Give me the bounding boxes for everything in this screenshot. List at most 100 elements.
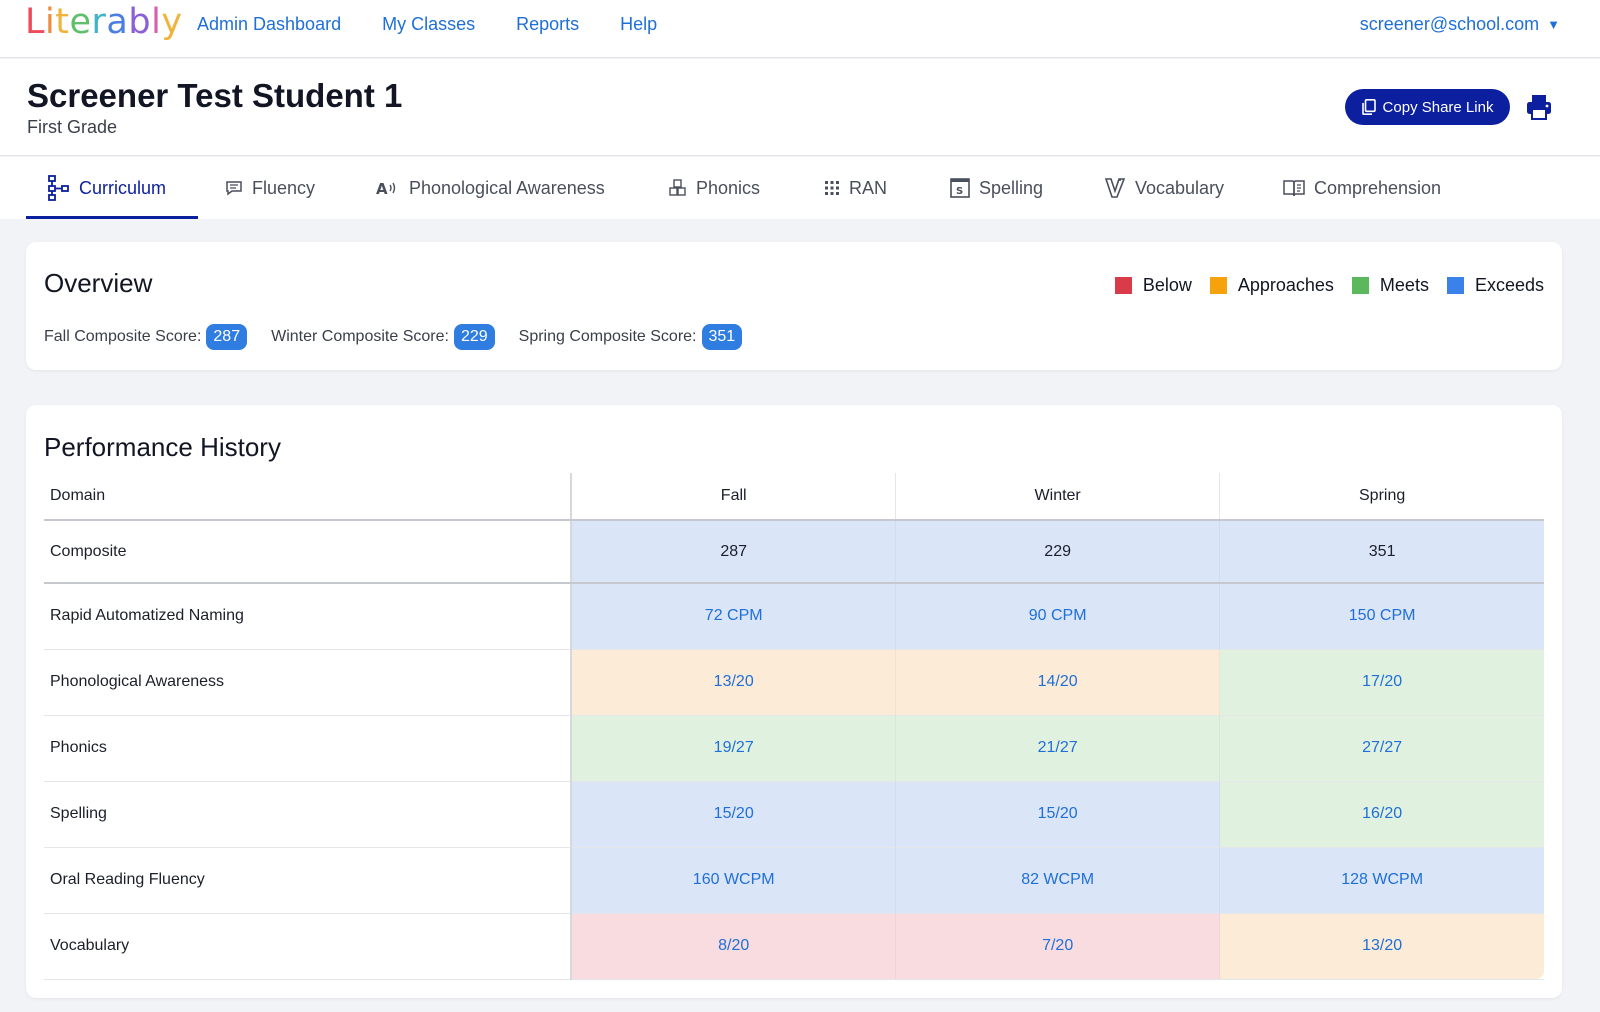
tab-spelling[interactable]: S Spelling [950,157,1043,219]
logo-letter: y [161,2,183,42]
score-cell-fall[interactable]: 8/20 [570,913,896,980]
table-row-composite: Composite 287 229 351 [44,520,1544,584]
table-row-spelling: Spelling 15/20 15/20 16/20 [44,781,1544,848]
top-nav: Literably Admin Dashboard My Classes Rep… [0,0,1600,58]
logo-letter: t [55,2,70,42]
user-menu[interactable]: screener@school.com ▼ [1360,14,1560,35]
score-cell-winter[interactable]: 21/27 [895,715,1220,782]
score-cell-spring[interactable]: 16/20 [1219,781,1544,848]
legend-item-meets: Meets [1351,275,1429,296]
literably-logo[interactable]: Literably [25,2,183,42]
score-cell-winter[interactable]: 15/20 [895,781,1220,848]
tab-curriculum[interactable]: Curriculum [48,157,166,219]
fall-composite-badge: 287 [206,324,248,350]
tab-comprehension[interactable]: Comprehension [1283,157,1441,219]
logo-letter: a [106,2,129,42]
winter-composite-badge: 229 [453,324,495,350]
overview-title: Overview [44,268,153,298]
tab-spelling-label: Spelling [979,177,1044,198]
score-cell-winter[interactable]: 82 WCPM [895,847,1220,914]
tab-ran-label: RAN [849,177,888,198]
tab-phonics[interactable]: Phonics [669,157,760,219]
legend-swatch-below [1114,277,1132,294]
copy-share-link-button[interactable]: Copy Share Link [1345,89,1510,125]
nav-link-help[interactable]: Help [620,14,657,35]
spring-composite-badge: 351 [701,324,743,350]
score-cell-winter: 229 [895,520,1220,584]
logo-letter: l [151,2,162,42]
grid-dots-icon [825,181,839,195]
legend-item-below: Below [1114,275,1192,296]
open-book-icon [1283,180,1305,197]
speech-bubble-icon [226,181,242,196]
score-cell-winter[interactable]: 90 CPM [895,583,1220,650]
blocks-icon [669,179,686,196]
tab-curriculum-label: Curriculum [79,177,167,198]
table-row-oral-reading-fluency: Oral Reading Fluency 160 WCPM 82 WCPM 128 W… [44,847,1544,914]
tab-vocabulary-label: Vocabulary [1135,177,1225,198]
score-cell-winter[interactable]: 14/20 [895,649,1220,716]
logo-letter: b [128,2,152,42]
svg-text:A: A [376,180,388,197]
table-row-phonological-awareness: Phonological Awareness 13/20 14/20 17/20 [44,649,1544,716]
winter-composite-score: Winter Composite Score: 229 [271,324,495,350]
legend-label-approaches: Approaches [1237,275,1334,295]
active-tab-indicator [26,216,198,219]
printer-icon [1527,95,1551,120]
score-cell-spring[interactable]: 128 WCPM [1219,847,1544,914]
score-cell-fall[interactable]: 72 CPM [570,583,896,650]
caret-down-icon: ▼ [1547,17,1560,32]
legend-label-below: Below [1142,275,1192,295]
score-cell-fall[interactable]: 19/27 [570,715,896,782]
score-cell-spring: 351 [1219,520,1544,584]
tab-ran[interactable]: RAN [824,157,887,219]
legend-label-exceeds: Exceeds [1474,275,1544,295]
score-cell-spring[interactable]: 150 CPM [1219,583,1544,650]
performance-history-card: Performance History Domain Fall Winter S… [26,405,1562,998]
domain-cell: Spelling [44,781,573,848]
table-header-row: Domain Fall Winter Spring [44,473,1544,521]
tab-vocabulary[interactable]: Vocabulary [1104,157,1224,219]
legend-swatch-approaches [1209,277,1227,294]
nav-link-reports[interactable]: Reports [516,14,579,35]
nav-links: Admin Dashboard My Classes Reports Help [197,14,657,35]
domain-cell: Rapid Automatized Naming [44,583,573,650]
score-cell-fall[interactable]: 15/20 [570,781,896,848]
legend-swatch-meets [1351,277,1369,294]
print-button[interactable] [1524,92,1554,122]
nav-link-admin-dashboard[interactable]: Admin Dashboard [197,14,341,35]
tab-phonics-label: Phonics [696,177,761,198]
user-email: screener@school.com [1359,14,1540,34]
score-cell-fall[interactable]: 13/20 [570,649,896,716]
fall-composite-label: Fall Composite Score: [44,328,202,345]
performance-history-title: Performance History [44,432,281,462]
tab-phonological-awareness[interactable]: A Phonological Awareness [376,157,605,219]
domain-cell: Phonics [44,715,573,782]
legend: Below Approaches Meets Exceeds [1114,275,1544,296]
domain-cell: Oral Reading Fluency [44,847,573,914]
spring-composite-label: Spring Composite Score: [518,328,697,345]
legend-swatch-exceeds [1446,277,1464,294]
overview-card: Overview Below Approaches Meets Exceeds … [26,242,1562,370]
score-cell-winter[interactable]: 7/20 [895,913,1220,980]
student-header: Screener Test Student 1 First Grade Copy… [0,59,1600,156]
column-header-winter: Winter [895,473,1220,521]
composite-scores: Fall Composite Score: 287 Winter Composi… [44,324,743,350]
table-row-phonics: Phonics 19/27 21/27 27/27 [44,715,1544,782]
spring-composite-score: Spring Composite Score: 351 [519,324,743,350]
svg-text:S: S [956,186,963,197]
nav-link-my-classes[interactable]: My Classes [382,14,475,35]
book-v-icon [1104,178,1126,198]
winter-composite-label: Winter Composite Score: [271,328,449,345]
score-cell-spring[interactable]: 27/27 [1219,715,1544,782]
score-cell-fall[interactable]: 160 WCPM [570,847,896,914]
tab-fluency-label: Fluency [252,177,316,198]
legend-label-meets: Meets [1379,275,1429,295]
tab-fluency[interactable]: Fluency [225,157,315,219]
logo-letter: e [69,2,92,42]
performance-table: Domain Fall Winter Spring Composite 287 22… [44,473,1544,980]
score-cell-spring[interactable]: 17/20 [1219,649,1544,716]
domain-cell: Vocabulary [44,913,573,980]
legend-item-approaches: Approaches [1209,275,1334,296]
score-cell-spring[interactable]: 13/20 [1219,913,1544,980]
